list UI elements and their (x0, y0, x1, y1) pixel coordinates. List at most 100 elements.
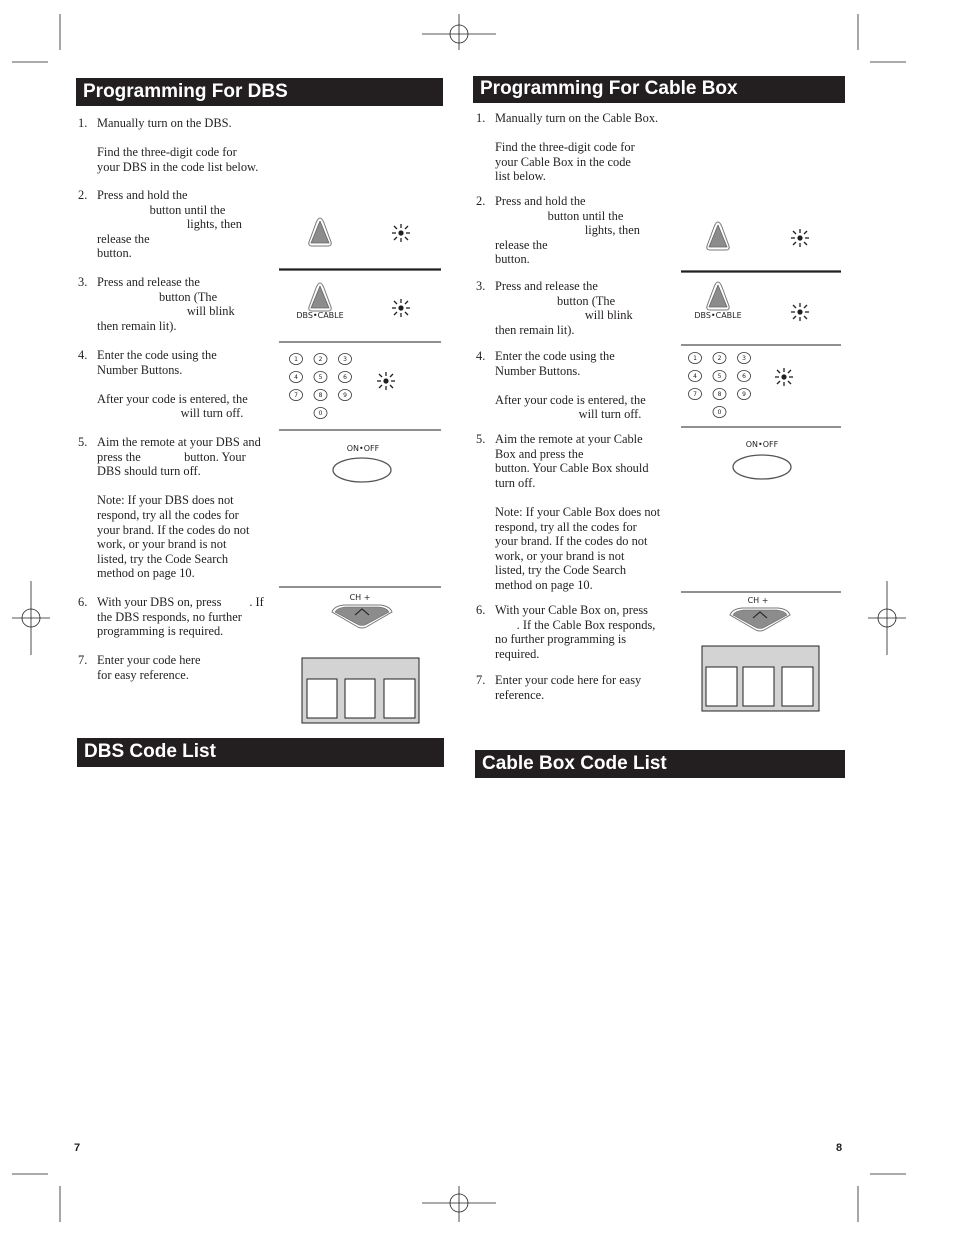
number-keypad: 1 2 3 4 5 6 7 8 9 0 (289, 353, 352, 419)
key-label: 1 (693, 355, 697, 362)
page-number-left: 7 (74, 1142, 81, 1154)
number-key-5: 5 (712, 370, 727, 382)
number-key-4: 4 (289, 371, 303, 383)
cable-box-code-list-header: Cable Box Code List (475, 750, 845, 778)
number-key-7: 7 (688, 388, 702, 400)
key-label: 4 (693, 373, 697, 380)
step-text: With your DBS on, press . If the DBS res… (97, 595, 264, 639)
number-keypad: 1 2 3 4 5 6 7 8 9 0 (688, 352, 751, 418)
number-key-1: 1 (289, 353, 303, 365)
number-key-1: 1 (688, 352, 702, 364)
step-number: 2. (476, 194, 486, 208)
channel-up-button-icon (331, 604, 393, 629)
step-text: With your Cable Box on, press . If the C… (495, 603, 656, 661)
dbs-cable-button-icon (308, 217, 332, 247)
dbs-cable-button-icon (308, 282, 332, 312)
step-text: Manually turn on the DBS. Find the three… (97, 116, 259, 174)
key-label: 5 (319, 374, 323, 381)
step-number: 2. (78, 188, 88, 202)
indicator-light-icon (774, 367, 794, 387)
dbs-code-list-header: DBS Code List (77, 738, 444, 767)
step-text: Press and release the button (The will b… (97, 275, 235, 333)
step-text: Manually turn on the Cable Box. Find the… (495, 111, 659, 184)
key-label: 3 (343, 356, 347, 363)
indicator-light-icon (790, 228, 810, 248)
number-key-6: 6 (737, 370, 751, 382)
step-text: Press and hold the button until the ligh… (97, 188, 242, 261)
channel-up-button-icon (729, 607, 791, 632)
step-text: Press and hold the button until the ligh… (495, 194, 640, 267)
step-text: Press and release the button (The will b… (495, 279, 633, 337)
dbs-cable-label: DBS•CABLE (694, 311, 741, 320)
key-label: 2 (718, 355, 722, 362)
step-number: 4. (476, 349, 486, 363)
step-number: 6. (78, 595, 88, 609)
section-header-dbs: Programming For DBS (76, 78, 443, 106)
indicator-light-icon (376, 371, 396, 391)
on-off-button-icon (732, 454, 792, 480)
key-label: 0 (319, 410, 323, 417)
step-number: 7. (78, 653, 88, 667)
step-number: 1. (78, 116, 88, 130)
number-key-0: 0 (712, 406, 727, 418)
right-illustrations: DBS•CABLE 1 2 3 4 5 6 7 8 9 0 ON•OFF CH + (681, 221, 841, 712)
section-header-cable-box: Programming For Cable Box (473, 76, 845, 103)
step-number: 6. (476, 603, 486, 617)
step-text: Enter your code here for easy reference. (97, 653, 201, 682)
key-label: 9 (343, 392, 347, 399)
number-key-9: 9 (338, 389, 352, 401)
key-label: 6 (742, 373, 746, 380)
key-label: 7 (693, 391, 697, 398)
step-number: 3. (78, 275, 88, 289)
page: DBS•CABLE 1 2 3 4 5 6 7 8 9 0 ON•OFF CH + DBS•CAB… (0, 0, 954, 1235)
page-number-right: 8 (836, 1142, 843, 1154)
key-label: 6 (343, 374, 347, 381)
key-label: 1 (294, 356, 298, 363)
key-label: 0 (718, 409, 722, 416)
number-key-9: 9 (737, 388, 751, 400)
on-off-label: ON•OFF (746, 440, 779, 449)
key-label: 4 (294, 374, 298, 381)
step-text: Enter your code here for easy reference. (495, 673, 642, 702)
on-off-label: ON•OFF (347, 444, 380, 453)
number-key-7: 7 (289, 389, 303, 401)
number-key-3: 3 (338, 353, 352, 365)
number-key-6: 6 (338, 371, 352, 383)
number-key-5: 5 (313, 371, 328, 383)
code-entry-box (701, 645, 820, 712)
key-label: 9 (742, 391, 746, 398)
channel-up-label: CH + (748, 596, 769, 605)
number-key-3: 3 (737, 352, 751, 364)
number-key-8: 8 (313, 389, 328, 401)
number-key-2: 2 (712, 352, 727, 364)
dbs-cable-button-icon (706, 221, 730, 251)
indicator-light-icon (391, 223, 411, 243)
code-entry-box (301, 657, 420, 724)
dbs-cable-button-icon (706, 281, 730, 311)
key-label: 3 (742, 355, 746, 362)
indicator-light-icon (391, 298, 411, 318)
key-label: 8 (319, 392, 323, 399)
step-text: Enter the code using the Number Buttons.… (495, 349, 646, 422)
key-label: 5 (718, 373, 722, 380)
step-number: 3. (476, 279, 486, 293)
step-number: 5. (78, 435, 88, 449)
dbs-cable-label: DBS•CABLE (296, 311, 343, 320)
number-key-8: 8 (712, 388, 727, 400)
key-label: 2 (319, 356, 323, 363)
step-number: 4. (78, 348, 88, 362)
indicator-light-icon (790, 302, 810, 322)
number-key-2: 2 (313, 353, 328, 365)
step-number: 7. (476, 673, 486, 687)
left-illustrations: DBS•CABLE 1 2 3 4 5 6 7 8 9 0 ON•OFF CH + (279, 217, 441, 724)
step-number: 1. (476, 111, 486, 125)
key-label: 7 (294, 392, 298, 399)
key-label: 8 (718, 391, 722, 398)
channel-up-label: CH + (350, 593, 371, 602)
on-off-button-icon (332, 457, 392, 483)
step-text: Enter the code using the Number Buttons.… (97, 348, 248, 421)
step-text: Aim the remote at your Cable Box and pre… (495, 432, 661, 592)
number-key-0: 0 (313, 407, 328, 419)
step-text: Aim the remote at your DBS and press the… (97, 435, 261, 581)
number-key-4: 4 (688, 370, 702, 382)
